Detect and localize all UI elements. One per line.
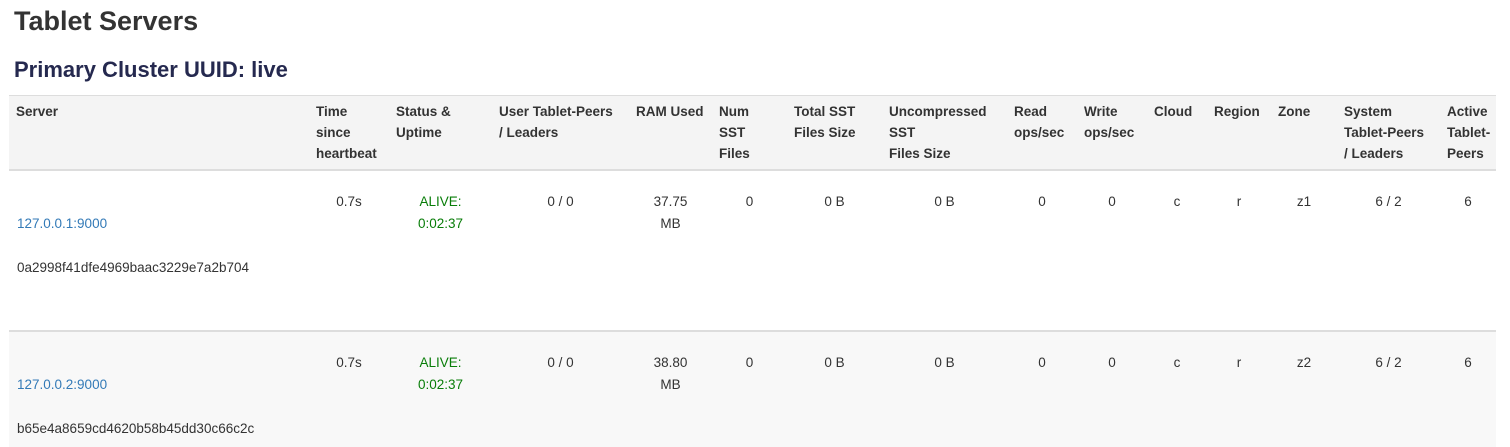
heartbeat-cell: 0.7s [309,170,389,331]
total-sst-size-cell: 0 B [787,331,882,447]
num-sst-files-cell: 0 [712,170,787,331]
uncompressed-sst-size-cell: 0 B [882,331,1007,447]
col-header-region: Region [1207,96,1271,171]
system-peers-cell: 6 / 2 [1337,170,1440,331]
table-row: 127.0.0.1:9000 0a2998f41dfe4969baac3229e… [9,170,1496,331]
cluster-uuid-subtitle: Primary Cluster UUID: live [14,58,1501,82]
status-cell: ALIVE: 0:02:37 [389,170,492,331]
region-cell: r [1207,170,1271,331]
col-header-system-tablet-peers: System Tablet-Peers / Leaders [1337,96,1440,171]
active-peers-cell: 6 [1440,170,1496,331]
col-header-time-since-heartbeat: Time since heartbeat [309,96,389,171]
zone-cell: z2 [1271,331,1337,447]
write-ops-cell: 0 [1077,331,1147,447]
col-header-uncompressed-sst-files-size: Uncompressed SST Files Size [882,96,1007,171]
active-peers-cell: 6 [1440,331,1496,447]
page-title: Tablet Servers [14,6,1501,37]
total-sst-size-cell: 0 B [787,170,882,331]
col-header-cloud: Cloud [1147,96,1207,171]
zone-cell: z1 [1271,170,1337,331]
read-ops-cell: 0 [1007,331,1077,447]
server-uuid: 0a2998f41dfe4969baac3229e7a2b704 [17,257,301,279]
col-header-read-ops: Read ops/sec [1007,96,1077,171]
region-cell: r [1207,331,1271,447]
table-row: 127.0.0.2:9000 b65e4a8659cd4620b58b45dd3… [9,331,1496,447]
ram-used-cell: 38.80 MB [629,331,712,447]
user-peers-cell: 0 / 0 [492,331,629,447]
user-peers-cell: 0 / 0 [492,170,629,331]
server-link[interactable]: 127.0.0.1:9000 [17,213,301,235]
tablet-servers-table: Server Time since heartbeat Status & Upt… [9,95,1496,447]
server-uuid: b65e4a8659cd4620b58b45dd30c66c2c [17,418,301,440]
server-cell: 127.0.0.2:9000 b65e4a8659cd4620b58b45dd3… [9,331,309,447]
ram-used-cell: 37.75 MB [629,170,712,331]
col-header-server: Server [9,96,309,171]
status-cell: ALIVE: 0:02:37 [389,331,492,447]
col-header-user-tablet-peers: User Tablet-Peers / Leaders [492,96,629,171]
cloud-cell: c [1147,331,1207,447]
col-header-status-uptime: Status & Uptime [389,96,492,171]
col-header-write-ops: Write ops/sec [1077,96,1147,171]
heartbeat-cell: 0.7s [309,331,389,447]
system-peers-cell: 6 / 2 [1337,331,1440,447]
uncompressed-sst-size-cell: 0 B [882,170,1007,331]
table-header-row: Server Time since heartbeat Status & Upt… [9,96,1496,171]
tablet-servers-page: Tablet Servers Primary Cluster UUID: liv… [0,0,1510,447]
num-sst-files-cell: 0 [712,331,787,447]
server-link[interactable]: 127.0.0.2:9000 [17,374,301,396]
cloud-cell: c [1147,170,1207,331]
server-cell: 127.0.0.1:9000 0a2998f41dfe4969baac3229e… [9,170,309,331]
read-ops-cell: 0 [1007,170,1077,331]
col-header-num-sst-files: Num SST Files [712,96,787,171]
col-header-total-sst-files-size: Total SST Files Size [787,96,882,171]
col-header-ram-used: RAM Used [629,96,712,171]
write-ops-cell: 0 [1077,170,1147,331]
col-header-active-tablet-peers: Active Tablet- Peers [1440,96,1496,171]
col-header-zone: Zone [1271,96,1337,171]
